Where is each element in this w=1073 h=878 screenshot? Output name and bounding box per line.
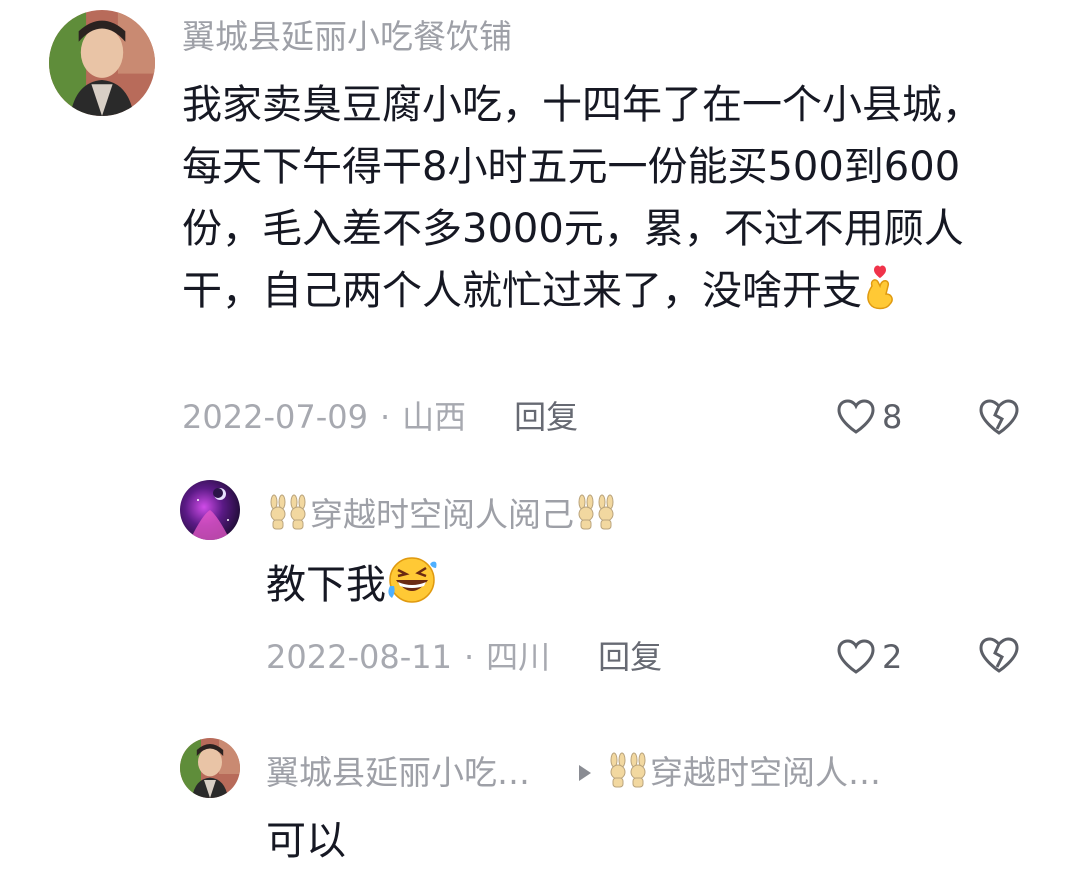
- reply-author-name: 穿越时空阅人阅己: [310, 495, 574, 534]
- reply-meta: 2022-08-11 · 四川 回复: [266, 634, 662, 680]
- heart-icon: [836, 639, 876, 675]
- comment-location: 山西: [402, 398, 467, 436]
- reply-text: 教下我: [266, 554, 438, 622]
- like-button[interactable]: 2: [836, 636, 902, 678]
- bunny-icon: [266, 494, 310, 542]
- bunny-icon: [574, 494, 618, 542]
- reply-to-name[interactable]: 穿越时空阅人…: [650, 753, 881, 792]
- crossed-fingers-heart-emoji: [862, 264, 898, 328]
- comment-date: 2022-07-09: [182, 398, 368, 436]
- dislike-button[interactable]: [978, 636, 1020, 678]
- reply-author[interactable]: 翼城县延丽小吃… 穿越时空阅人…: [266, 748, 881, 800]
- broken-heart-icon: [978, 637, 1020, 678]
- meta-separator: ·: [379, 398, 391, 436]
- avatar[interactable]: [180, 480, 240, 540]
- meta-separator: ·: [463, 638, 475, 676]
- like-count: 2: [882, 638, 903, 676]
- avatar[interactable]: [180, 738, 240, 798]
- comment-text: 我家卖臭豆腐小吃，十四年了在一个小县城，每天下午得干8小时五元一份能买500到6…: [182, 74, 1010, 328]
- reply-date: 2022-08-11: [266, 638, 452, 676]
- reply-author-name: 翼城县延丽小吃…: [266, 753, 530, 792]
- like-count: 8: [882, 398, 903, 436]
- reply-button[interactable]: 回复: [514, 394, 578, 440]
- reply-text: 可以: [266, 810, 346, 872]
- reply-author[interactable]: 穿越时空阅人阅己: [266, 492, 618, 542]
- reply-text-body: 可以: [266, 818, 346, 864]
- comment-author[interactable]: 翼城县延丽小吃餐饮铺: [182, 14, 512, 60]
- rolling-laughing-emoji: [386, 556, 438, 622]
- reply-location: 四川: [486, 638, 551, 676]
- reply-arrow-icon: [578, 748, 592, 794]
- bunny-icon: [606, 752, 650, 800]
- dislike-button[interactable]: [978, 398, 1020, 440]
- like-button[interactable]: 8: [836, 396, 902, 438]
- broken-heart-icon: [978, 399, 1020, 440]
- heart-icon: [836, 399, 876, 435]
- reply-text-body: 教下我: [266, 562, 386, 608]
- comment-meta: 2022-07-09 · 山西 回复: [182, 394, 578, 440]
- reply-button[interactable]: 回复: [598, 634, 662, 680]
- avatar[interactable]: [49, 10, 155, 116]
